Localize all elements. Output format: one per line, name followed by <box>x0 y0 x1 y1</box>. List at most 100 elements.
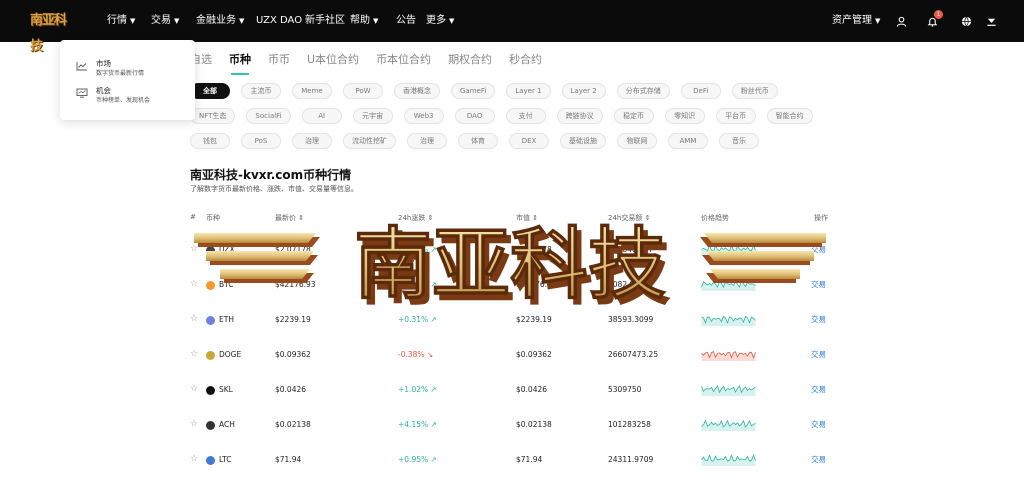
dropdown-item-market[interactable]: 市场 数字货币最新行情 <box>76 58 144 78</box>
category-chip[interactable]: PoS <box>241 133 281 149</box>
user-icon[interactable] <box>893 13 909 29</box>
trade-link[interactable]: 交易 <box>811 419 826 431</box>
price-sparkline <box>701 419 756 431</box>
brand-logo[interactable]: 南亚科技 <box>30 8 74 54</box>
table-row[interactable]: ☆ ACH $0.02138 +4.15% ↗ $0.02138 1012832… <box>186 419 831 454</box>
nav-label: 新手社区 <box>305 15 345 26</box>
nav-item-more[interactable]: 更多 ▼ <box>426 14 454 28</box>
category-chip[interactable]: 主流币 <box>241 83 281 99</box>
nav-item-trade[interactable]: 交易 ▼ <box>151 14 179 28</box>
top-navigation-bar: 南亚科技 行情 ▼ 交易 ▼ 金融业务 ▼ UZX DAO 新手社区 帮助 ▼ 公告 更… <box>0 0 1024 54</box>
coin-name: UZX <box>219 245 235 254</box>
table-row[interactable]: ☆ UZX $2.07178 +1.33% ↗ $2.07178 5738467… <box>186 244 831 279</box>
nav-item-market[interactable]: 行情 ▼ <box>107 14 135 28</box>
category-chip[interactable]: 分布式存储 <box>616 83 670 99</box>
category-chip[interactable]: DeFi <box>680 83 721 99</box>
category-chip[interactable]: Layer 1 <box>506 83 551 99</box>
coin-name: LTC <box>219 455 232 464</box>
nav-label: 行情 <box>107 15 127 26</box>
price: $0.09362 <box>275 350 311 359</box>
bell-icon[interactable]: 1 <box>924 10 943 29</box>
trade-link[interactable]: 交易 <box>811 314 826 326</box>
assets-menu[interactable]: 资产管理 ▼ <box>832 14 880 28</box>
trade-link[interactable]: 交易 <box>811 454 826 466</box>
tab-options[interactable]: 期权合约 <box>448 52 492 68</box>
column-header-price[interactable]: 最新价 ⇕ <box>275 213 304 223</box>
category-chip[interactable]: 稳定币 <box>613 108 654 124</box>
category-chip[interactable]: DEX <box>509 133 549 149</box>
trade-link[interactable]: 交易 <box>811 244 826 256</box>
nav-item-help[interactable]: 帮助 ▼ <box>350 14 378 28</box>
trend-up-icon: ↗ <box>430 245 437 254</box>
category-chip[interactable]: 智能合约 <box>766 108 813 124</box>
chevron-down-icon: ▼ <box>373 17 379 25</box>
category-chip[interactable]: NFT生态 <box>190 108 236 124</box>
category-chip[interactable]: 音乐 <box>719 133 759 149</box>
category-chip[interactable]: 基础设施 <box>560 133 606 149</box>
favorite-star-icon[interactable]: ☆ <box>190 313 198 325</box>
category-chip[interactable]: 平台币 <box>715 108 756 124</box>
category-chip[interactable]: Layer 2 <box>561 83 606 99</box>
price-sparkline <box>701 244 756 256</box>
coin-name: DOGE <box>219 350 242 359</box>
favorite-star-icon[interactable]: ☆ <box>190 348 198 360</box>
nav-label: UZX DAO <box>256 15 303 26</box>
favorite-star-icon[interactable]: ☆ <box>190 243 198 255</box>
column-header-label: 最新价 <box>275 214 296 222</box>
chevron-down-icon: ▼ <box>174 17 180 25</box>
category-chip-row: 全部 主流币 Meme PoW 香港概念 GameFi Layer 1 Layer 2 分布式存… <box>190 83 830 149</box>
nav-item-announcement[interactable]: 公告 <box>396 14 416 28</box>
category-chip[interactable]: 跨链协议 <box>556 108 603 124</box>
category-chip[interactable]: 支付 <box>505 108 546 124</box>
dropdown-item-desc: 币种榜单、发现机会 <box>96 97 151 104</box>
category-chip[interactable]: AMM <box>668 133 708 149</box>
category-chip[interactable]: 体育 <box>458 133 498 149</box>
download-icon[interactable] <box>983 13 999 29</box>
nav-item-finance[interactable]: 金融业务 ▼ <box>196 14 244 28</box>
column-header-mcap[interactable]: 市值 ⇕ <box>516 213 538 223</box>
category-chip[interactable]: 零知识 <box>664 108 705 124</box>
category-chip[interactable]: AI <box>301 108 342 124</box>
favorite-star-icon[interactable]: ☆ <box>190 278 198 290</box>
category-chip[interactable]: GameFi <box>451 83 496 99</box>
table-row[interactable]: ☆ BTC $42176.93 +0.56% ↗ $42176.93 1082.… <box>186 279 831 314</box>
category-chip[interactable]: DAO <box>454 108 495 124</box>
category-chip[interactable]: 物联网 <box>617 133 657 149</box>
category-chip[interactable]: 流动性挖矿 <box>343 133 396 149</box>
notification-badge: 1 <box>934 10 943 19</box>
table-row[interactable]: ☆ SKL $0.0426 +1.02% ↗ $0.0426 5309750 交… <box>186 384 831 419</box>
tab-spot[interactable]: 币币 <box>268 52 290 68</box>
column-header-change[interactable]: 24h涨跌 ⇕ <box>398 213 433 223</box>
table-row[interactable]: ☆ DOGE $0.09362 -0.38% ↘ $0.09362 266074… <box>186 349 831 384</box>
category-chip[interactable]: 治理 <box>407 133 447 149</box>
category-chip[interactable]: 元宇宙 <box>352 108 393 124</box>
nav-item-community[interactable]: 新手社区 <box>305 14 345 28</box>
globe-icon[interactable] <box>958 13 974 29</box>
tab-coin-futures[interactable]: 币本位合约 <box>376 52 431 68</box>
category-chip[interactable]: 钱包 <box>190 133 230 149</box>
category-chip[interactable]: PoW <box>343 83 383 99</box>
trade-link[interactable]: 交易 <box>811 349 826 361</box>
coin-cell: ACH <box>206 419 235 431</box>
category-chip[interactable]: Meme <box>292 83 332 99</box>
column-header-volume[interactable]: 24h交易额 ⇕ <box>608 213 650 223</box>
category-chip[interactable]: 全部 <box>190 83 230 99</box>
table-row[interactable]: ☆ LTC $71.94 +0.95% ↗ $71.94 24311.9709 … <box>186 454 831 489</box>
tab-usdt-futures[interactable]: U本位合约 <box>307 52 359 68</box>
category-chip[interactable]: SocialFi <box>246 108 291 124</box>
favorite-star-icon[interactable]: ☆ <box>190 383 198 395</box>
category-chip[interactable]: Web3 <box>403 108 444 124</box>
dropdown-item-opportunity[interactable]: 机会 币种榜单、发现机会 <box>76 85 150 105</box>
favorite-star-icon[interactable]: ☆ <box>190 453 198 465</box>
tab-second-contracts[interactable]: 秒合约 <box>509 52 542 68</box>
trade-link[interactable]: 交易 <box>811 279 826 291</box>
nav-item-dao[interactable]: UZX DAO <box>256 14 302 28</box>
favorite-star-icon[interactable]: ☆ <box>190 418 198 430</box>
table-row[interactable]: ☆ ETH $2239.19 +0.31% ↗ $2239.19 38593.3… <box>186 314 831 349</box>
tab-coins[interactable]: 币种 <box>229 52 251 75</box>
category-chip[interactable]: 粉丝代币 <box>731 83 778 99</box>
category-chip[interactable]: 治理 <box>292 133 332 149</box>
trade-link[interactable]: 交易 <box>811 384 826 396</box>
trend-down-icon: ↘ <box>426 350 434 359</box>
category-chip[interactable]: 香港概念 <box>394 83 440 99</box>
